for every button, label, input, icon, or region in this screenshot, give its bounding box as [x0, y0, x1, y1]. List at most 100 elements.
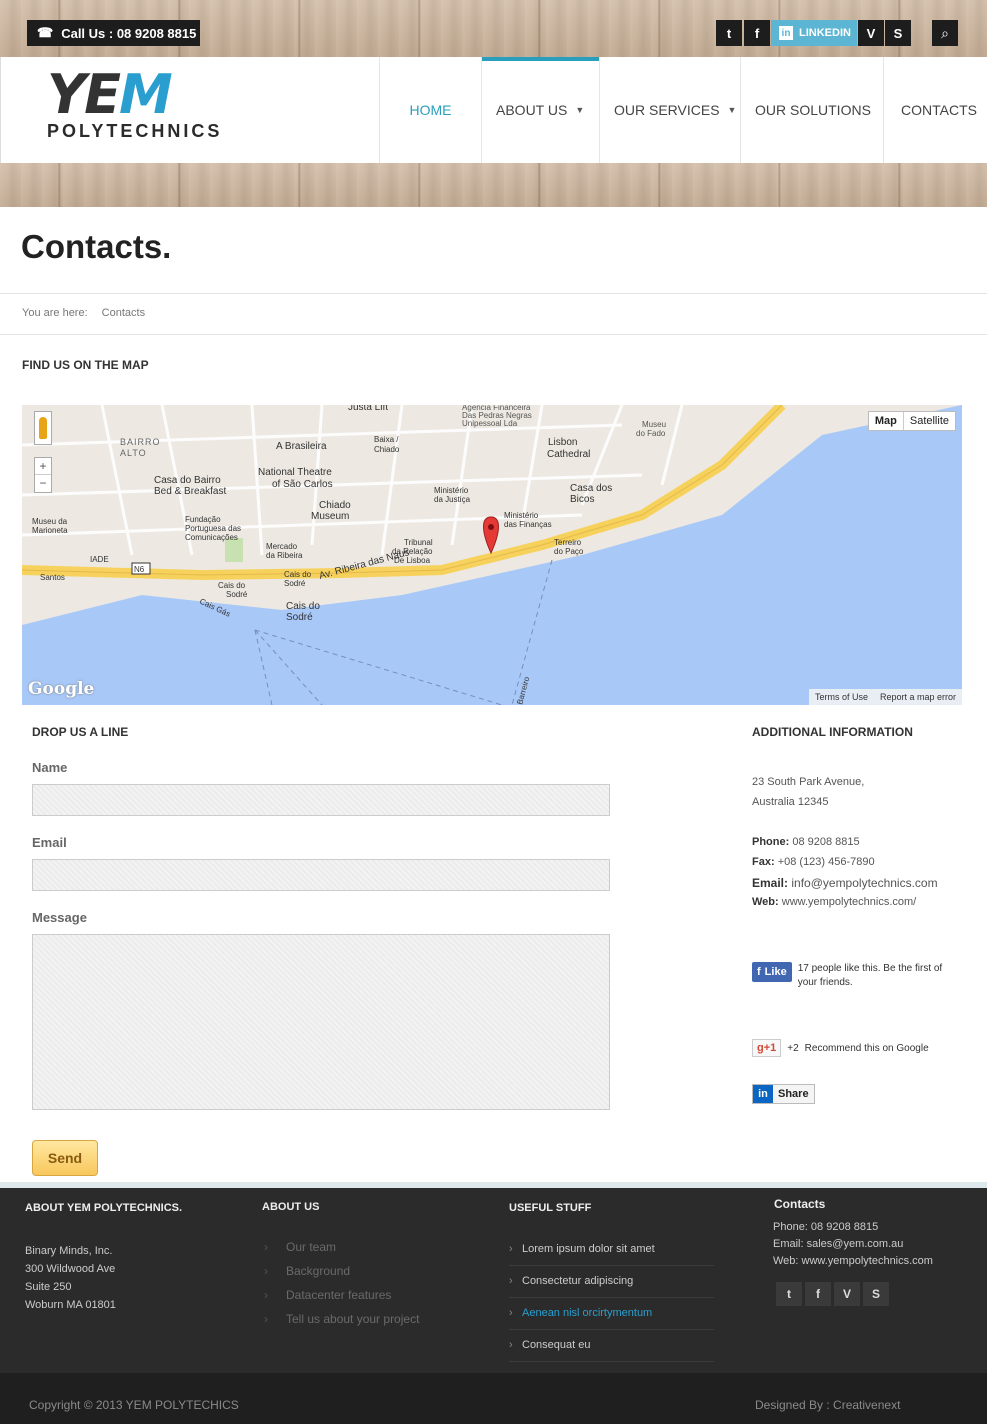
- svg-text:Lisbon: Lisbon: [548, 437, 577, 448]
- facebook-icon: f: [757, 966, 761, 978]
- email-input[interactable]: [32, 859, 610, 891]
- skype-icon[interactable]: S: [885, 20, 911, 46]
- footer-contacts-web: Web: www.yempolytechnics.com: [773, 1255, 933, 1267]
- vimeo-icon[interactable]: V: [834, 1282, 860, 1306]
- map-zoom-control: + −: [34, 457, 52, 493]
- footer-useful-link[interactable]: Consequat eu: [509, 1339, 714, 1362]
- name-input[interactable]: [32, 784, 610, 816]
- svg-text:Unipessoal Lda: Unipessoal Lda: [462, 419, 518, 428]
- footer-about-line: Woburn MA 01801: [25, 1299, 116, 1311]
- svg-text:Chiado: Chiado: [319, 500, 351, 511]
- main-nav: HOME ABOUT US ▼ OUR SERVICES ▼ OUR SOLUTIO…: [379, 57, 987, 163]
- twitter-icon[interactable]: t: [716, 20, 742, 46]
- svg-text:Sodré: Sodré: [226, 590, 248, 599]
- svg-text:Sodré: Sodré: [286, 612, 313, 623]
- footer-about-line: Binary Minds, Inc.: [25, 1245, 113, 1257]
- form-heading: DROP US A LINE: [32, 725, 129, 739]
- footer-useful-link[interactable]: Lorem ipsum dolor sit amet: [509, 1243, 714, 1266]
- svg-text:Ministério: Ministério: [434, 486, 469, 495]
- call-us-label: Call Us : 08 9208 8815: [61, 25, 197, 41]
- svg-text:do Paço: do Paço: [554, 547, 584, 556]
- svg-text:ALTO: ALTO: [120, 448, 147, 458]
- nav-about-us[interactable]: ABOUT US ▼: [481, 57, 599, 163]
- google-map[interactable]: Justa Lift Agência Financeira Das Pedras…: [22, 405, 962, 705]
- footer-useful-link[interactable]: Consectetur adipiscing: [509, 1275, 714, 1298]
- name-label: Name: [32, 760, 68, 775]
- zoom-in-button[interactable]: +: [35, 458, 51, 475]
- svg-text:Chiado: Chiado: [374, 445, 400, 454]
- send-button[interactable]: Send: [32, 1140, 98, 1176]
- svg-text:Terreiro: Terreiro: [554, 538, 582, 547]
- footer-contacts-phone: Phone: 08 9208 8815: [773, 1221, 879, 1233]
- logo[interactable]: YEM POLYTECHNICS: [47, 68, 262, 142]
- linkedin-icon: in: [779, 26, 793, 40]
- map-canvas: Justa Lift Agência Financeira Das Pedras…: [22, 405, 962, 705]
- google-plus-widget: g+1 +2 Recommend this on Google: [752, 1039, 929, 1057]
- svg-text:National Theatre: National Theatre: [258, 467, 332, 478]
- twitter-icon[interactable]: t: [776, 1282, 802, 1306]
- footer-link-our-team[interactable]: Our team: [264, 1240, 336, 1254]
- nav-home[interactable]: HOME: [379, 57, 481, 163]
- footer-link-project[interactable]: Tell us about your project: [264, 1312, 419, 1326]
- svg-text:da Ribeira: da Ribeira: [266, 551, 303, 560]
- svg-text:Casa dos: Casa dos: [570, 483, 612, 494]
- call-us-badge: ☎ Call Us : 08 9208 8815: [27, 20, 200, 46]
- footer-useful-link[interactable]: Aenean nisl orcirtymentum: [509, 1307, 714, 1330]
- info-fax: Fax: +08 (123) 456-7890: [752, 856, 875, 868]
- footer-contacts-email: Email: sales@yem.com.au: [773, 1238, 904, 1250]
- page-title: Contacts.: [21, 228, 172, 265]
- nav-our-services[interactable]: OUR SERVICES ▼: [599, 57, 740, 163]
- breadcrumb-current[interactable]: Contacts: [102, 307, 145, 319]
- google-logo: Google: [28, 679, 95, 699]
- breadcrumb-prefix: You are here:: [22, 307, 88, 319]
- skype-icon[interactable]: S: [863, 1282, 889, 1306]
- zoom-out-button[interactable]: −: [35, 475, 51, 492]
- designed-by-text: Designed By : Creativenext: [755, 1398, 901, 1412]
- info-phone: Phone: 08 9208 8815: [752, 836, 860, 848]
- linkedin-label: LINKEDIN: [799, 27, 851, 39]
- email-label: Email: [32, 835, 67, 850]
- map-type-satellite-button[interactable]: Satellite: [902, 412, 955, 430]
- report-map-error-link[interactable]: Report a map error: [874, 689, 962, 705]
- vimeo-icon[interactable]: V: [858, 20, 884, 46]
- linkedin-button[interactable]: in LINKEDIN: [771, 20, 857, 46]
- svg-text:Justa Lift: Justa Lift: [348, 405, 388, 413]
- facebook-like-widget: f Like 17 people like this. Be the first …: [752, 962, 963, 990]
- map-heading: FIND US ON THE MAP: [22, 358, 149, 372]
- map-footer: Terms of Use Report a map error: [808, 689, 962, 705]
- linkedin-share-button[interactable]: in Share: [752, 1084, 815, 1104]
- site-header: YEM POLYTECHNICS HOME ABOUT US ▼ OUR SERV…: [0, 57, 987, 163]
- footer-link-datacenter[interactable]: Datacenter features: [264, 1288, 391, 1302]
- svg-text:Ministério: Ministério: [504, 511, 539, 520]
- message-textarea[interactable]: [32, 934, 610, 1110]
- svg-text:Mercado: Mercado: [266, 542, 298, 551]
- svg-text:Casa do Bairro: Casa do Bairro: [154, 475, 221, 486]
- google-plus-button[interactable]: g+1: [752, 1039, 782, 1057]
- google-plus-text: Recommend this on Google: [804, 1042, 929, 1054]
- street-view-pegman-icon[interactable]: [34, 411, 52, 445]
- svg-text:Baixa /: Baixa /: [374, 435, 399, 444]
- nav-contacts[interactable]: CONTACTS: [883, 57, 987, 163]
- nav-our-solutions[interactable]: OUR SOLUTIONS: [740, 57, 883, 163]
- svg-text:Comunicações: Comunicações: [185, 533, 238, 542]
- terms-link[interactable]: Terms of Use: [809, 689, 874, 705]
- search-icon[interactable]: ⌕: [932, 20, 958, 46]
- map-type-control: Map Satellite: [867, 411, 956, 431]
- svg-text:Bicos: Bicos: [570, 494, 594, 505]
- footer-link-background[interactable]: Background: [264, 1264, 350, 1278]
- svg-text:Cais do: Cais do: [284, 570, 312, 579]
- svg-text:do Fado: do Fado: [636, 429, 666, 438]
- svg-text:Portuguesa das: Portuguesa das: [185, 524, 241, 533]
- footer-about-line: 300 Wildwood Ave: [25, 1263, 116, 1275]
- phone-icon: ☎: [37, 25, 54, 40]
- info-heading: ADDITIONAL INFORMATION: [752, 725, 913, 739]
- web-link[interactable]: www.yempolytechnics.com/: [782, 896, 917, 908]
- facebook-icon[interactable]: f: [744, 20, 770, 46]
- map-type-map-button[interactable]: Map: [869, 412, 903, 430]
- svg-text:N6: N6: [134, 565, 145, 574]
- svg-text:A Brasileira: A Brasileira: [276, 441, 327, 452]
- facebook-icon[interactable]: f: [805, 1282, 831, 1306]
- copyright-text: Copyright © 2013 YEM POLYTECHICS: [29, 1398, 239, 1412]
- svg-text:Tribunal: Tribunal: [404, 538, 433, 547]
- facebook-like-button[interactable]: f Like: [752, 962, 792, 982]
